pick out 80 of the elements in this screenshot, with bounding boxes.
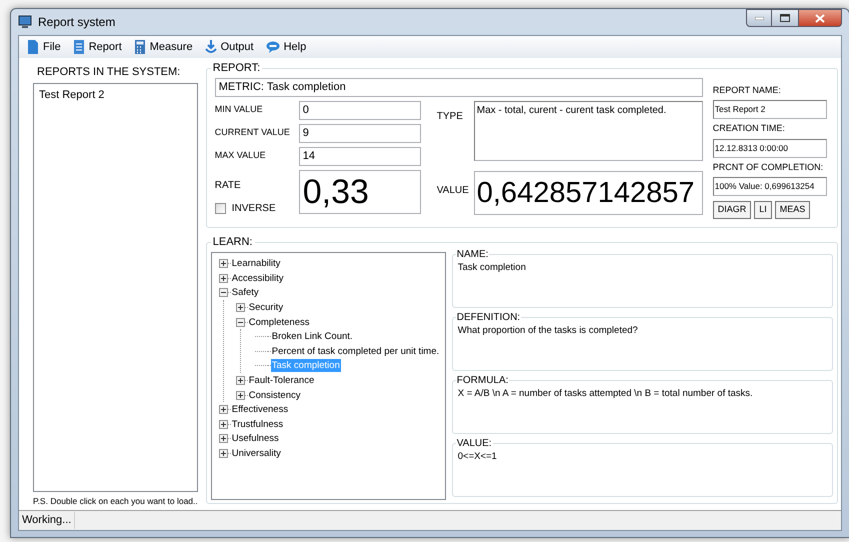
maximize-button[interactable] (772, 9, 798, 27)
tree-item[interactable]: Effectiveness (230, 403, 290, 416)
field-label: MIN VALUE (214, 103, 264, 116)
inverse-checkbox[interactable] (214, 202, 226, 214)
action-button[interactable]: MEAS (774, 201, 810, 219)
group-title: REPORT: (212, 61, 262, 76)
menu-item[interactable]: Output (204, 38, 254, 56)
field-label: PRCNT OF COMPLETION: (712, 160, 824, 174)
detail-text: Task completion (458, 262, 527, 274)
field-label: REPORT NAME: (712, 84, 782, 96)
expand-icon[interactable] (218, 420, 228, 429)
group-title: LEARN: (212, 235, 254, 250)
tree-item[interactable]: Fault-Tolerance (248, 374, 316, 388)
rate-display: 0,33 (298, 170, 421, 214)
detail-text: X = A/B \n A = number of tasks attempted \n B = total number of tasks. (458, 388, 754, 400)
value-label: VALUE (436, 184, 470, 198)
expand-icon[interactable] (218, 259, 228, 268)
type-text-area[interactable]: Max - total, curent - curent task completed. (474, 100, 703, 160)
download-arrow-icon (204, 40, 217, 54)
metric-field[interactable]: METRIC: Task completion (214, 78, 703, 96)
value-field[interactable]: 100% Value: 0,699613254 (712, 177, 827, 196)
list-item[interactable]: Test Report 2 (38, 88, 106, 102)
value-display: 0,642857142857 (474, 170, 703, 214)
group-title: FORMULA: (456, 374, 510, 388)
hint-text: P.S. Double click on each you want to load.. (33, 495, 198, 507)
menu-item[interactable]: Report (72, 38, 122, 56)
field-label: MAX VALUE (214, 149, 267, 162)
tree-item[interactable]: Completeness (248, 316, 310, 329)
action-button[interactable]: LI (754, 201, 772, 219)
menu-item[interactable]: File (27, 38, 61, 56)
action-button[interactable]: DIAGR (712, 201, 752, 219)
tree-item[interactable]: Security (248, 301, 284, 314)
tree-item[interactable]: Trustfulness (230, 418, 284, 431)
expand-icon[interactable] (218, 449, 228, 458)
speech-bubble-icon (266, 40, 280, 54)
expand-icon[interactable] (218, 434, 228, 444)
document-icon (27, 40, 39, 54)
menu-item[interactable]: Measure (134, 38, 193, 56)
panel-title: REPORTS IN THE SYSTEM: (37, 66, 182, 79)
tree-item[interactable]: Usefulness (230, 432, 280, 446)
expand-icon[interactable] (218, 405, 228, 414)
value-field[interactable]: 12.12.8313 0:00:00 (712, 138, 827, 158)
expand-icon[interactable] (236, 376, 245, 386)
collapse-icon[interactable] (218, 288, 228, 298)
close-icon (815, 14, 825, 22)
group-title: VALUE: (456, 436, 493, 450)
menu-item[interactable]: Help (266, 38, 306, 56)
field-label: CREATION TIME: (712, 122, 786, 135)
expand-icon[interactable] (236, 303, 245, 312)
tree-item[interactable]: Broken Link Count. (270, 330, 354, 344)
window-title: Report system (38, 14, 116, 31)
tree-item[interactable]: Learnability (230, 257, 282, 270)
tree-item[interactable]: Consistency (248, 388, 302, 402)
tree-item[interactable]: Accessibility (230, 272, 284, 285)
tree-item[interactable]: Universality (230, 447, 282, 460)
close-button[interactable] (798, 9, 842, 27)
document-lines-icon (72, 40, 85, 54)
status-text: Working... (19, 512, 76, 529)
group-title: NAME: (456, 248, 490, 262)
rate-label: RATE (214, 178, 242, 192)
value-field[interactable]: 9 (298, 124, 421, 142)
checkbox-label: INVERSE (232, 202, 276, 216)
maximize-icon (780, 14, 790, 22)
expand-icon[interactable] (218, 274, 228, 283)
tree-item[interactable]: Safety (230, 286, 260, 300)
type-label: TYPE (436, 110, 464, 124)
detail-text: What proportion of the tasks is completed? (458, 324, 639, 336)
detail-text: 0<=X<=1 (458, 450, 498, 462)
minimize-button[interactable] (746, 9, 772, 27)
field-label: CURRENT VALUE (214, 126, 291, 140)
expand-icon[interactable] (236, 390, 245, 400)
calculator-icon (134, 40, 146, 54)
minimize-icon (754, 16, 764, 20)
monitor-icon (18, 15, 32, 29)
value-field[interactable]: 0 (298, 100, 421, 120)
value-field[interactable]: Test Report 2 (712, 100, 827, 119)
tree-item[interactable]: Percent of task completed per unit time. (270, 344, 440, 358)
value-field[interactable]: 14 (298, 146, 421, 166)
collapse-icon[interactable] (236, 318, 245, 327)
group-title: DEFENITION: (456, 310, 522, 324)
